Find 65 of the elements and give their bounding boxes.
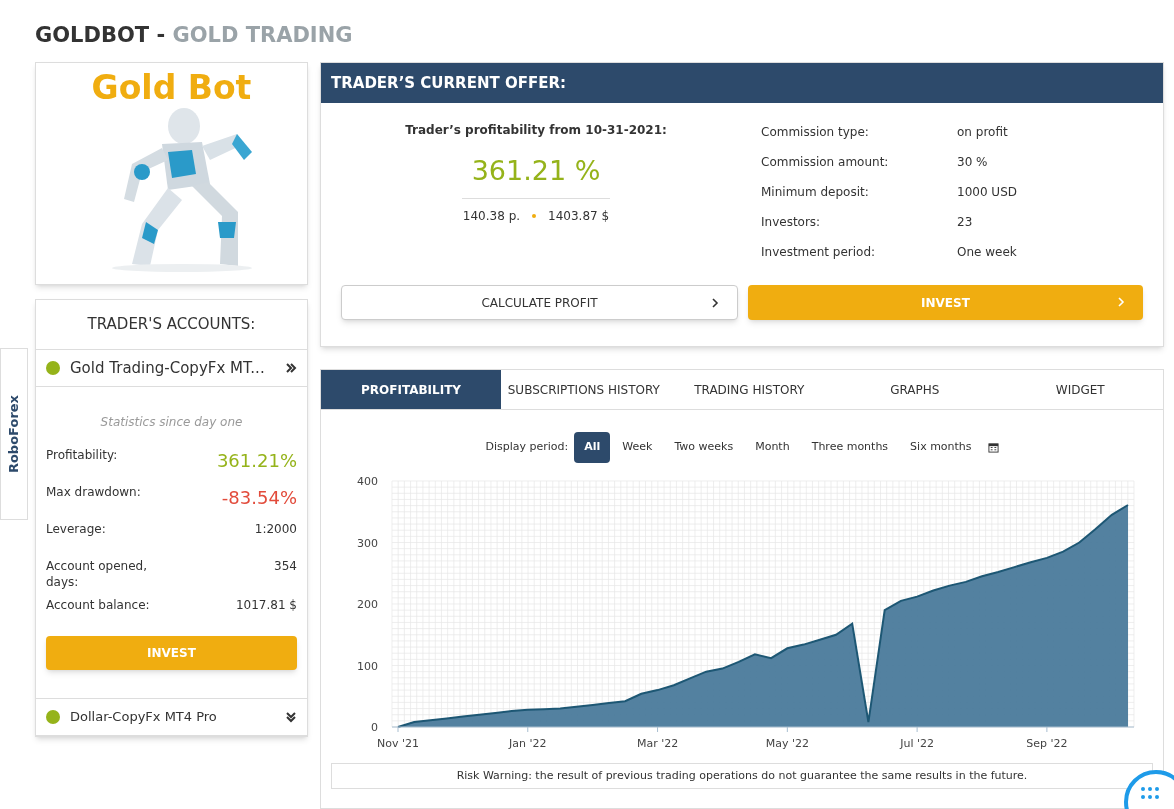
- tab[interactable]: GRAPHS: [832, 370, 998, 409]
- chevron-right-icon: [1115, 296, 1127, 308]
- stat-value: 1:2000: [254, 521, 297, 537]
- stat-label: Account opened, days:: [46, 558, 149, 591]
- double-chevron-down-icon: [285, 711, 297, 723]
- y-tick-label: 200: [357, 598, 378, 611]
- account-name: Gold Trading-CopyFx MT...: [70, 357, 266, 379]
- x-tick-label: Jul '22: [900, 737, 934, 750]
- detail-label: Minimum deposit:: [761, 184, 870, 201]
- stat-label: Leverage:: [46, 521, 107, 538]
- profitability-label: Trader’s profitability from 10-31-2021:: [405, 122, 667, 139]
- stat-value: 354: [274, 558, 297, 574]
- tab[interactable]: TRADING HISTORY: [666, 370, 832, 409]
- y-tick-label: 100: [357, 659, 378, 673]
- tab[interactable]: SUBSCRIPTIONS HISTORY: [501, 370, 667, 409]
- detail-label: Investment period:: [761, 244, 877, 261]
- stats-caption: Statistics since day one: [100, 415, 243, 429]
- y-tick-label: 400: [357, 475, 378, 488]
- account-name: Dollar-CopyFx MT4 Pro: [70, 708, 218, 727]
- detail-label: Investors:: [761, 214, 822, 231]
- x-tick-label: May '22: [765, 737, 809, 750]
- x-tick-label: Nov '21: [377, 737, 419, 750]
- x-tick-label: Sep '22: [1026, 737, 1068, 750]
- points-value: 140.38 p.: [462, 207, 521, 225]
- calendar-icon[interactable]: [987, 442, 999, 453]
- profitability-value: 361.21 %: [461, 151, 611, 199]
- detail-value: One week: [957, 244, 1017, 261]
- calculate-profit-button[interactable]: CALCULATE PROFIT: [341, 285, 738, 320]
- page-subtitle: GOLD TRADING: [172, 23, 353, 47]
- accounts-title: TRADER'S ACCOUNTS:: [87, 314, 256, 336]
- period-option[interactable]: Three months: [801, 432, 899, 463]
- stat-label: Profitability:: [46, 447, 119, 464]
- y-tick-label: 0: [371, 721, 378, 734]
- y-tick-label: 300: [357, 536, 378, 550]
- chevron-right-icon: [709, 297, 721, 309]
- trader-name: Gold Bot: [91, 71, 252, 104]
- stat-value: 1017.81 $: [235, 597, 297, 613]
- period-option[interactable]: Six months: [900, 432, 982, 463]
- account-row[interactable]: Gold Trading-CopyFx MT...: [36, 350, 307, 386]
- period-option[interactable]: Month: [745, 432, 800, 463]
- detail-label: Commission type:: [761, 124, 870, 141]
- stat-label: Account balance:: [46, 597, 151, 614]
- tab[interactable]: WIDGET: [997, 370, 1163, 409]
- double-chevron-right-icon: [285, 362, 297, 374]
- detail-value: 1000 USD: [957, 184, 1017, 201]
- stat-label: Max drawdown:: [46, 484, 142, 501]
- detail-value: 30 %: [957, 154, 988, 171]
- tab[interactable]: PROFITABILITY: [321, 370, 502, 409]
- offer-title: TRADER’S CURRENT OFFER:: [331, 72, 566, 94]
- dots-grid-icon: [1140, 786, 1160, 800]
- amount-value: 1403.87 $: [548, 207, 610, 225]
- period-option[interactable]: Two weeks: [664, 432, 744, 463]
- stat-value: -83.54%: [221, 486, 297, 510]
- period-option[interactable]: All: [574, 432, 611, 463]
- detail-value: 23: [957, 214, 973, 231]
- stat-value: 361.21%: [216, 449, 297, 473]
- period-label: Display period:: [485, 439, 569, 456]
- detail-label: Commission amount:: [761, 154, 890, 171]
- x-tick-label: Mar '22: [636, 737, 679, 750]
- risk-warning: Risk Warning: the result of previous trading operations do not guarantee the same results in the future.: [456, 767, 1028, 784]
- period-option[interactable]: Week: [612, 432, 663, 463]
- page-title: GOLDBOT -: [35, 23, 166, 47]
- x-tick-label: Jan '22: [509, 737, 547, 750]
- account-row[interactable]: Dollar-CopyFx MT4 Pro: [36, 699, 307, 735]
- detail-value: on profit: [957, 124, 1008, 141]
